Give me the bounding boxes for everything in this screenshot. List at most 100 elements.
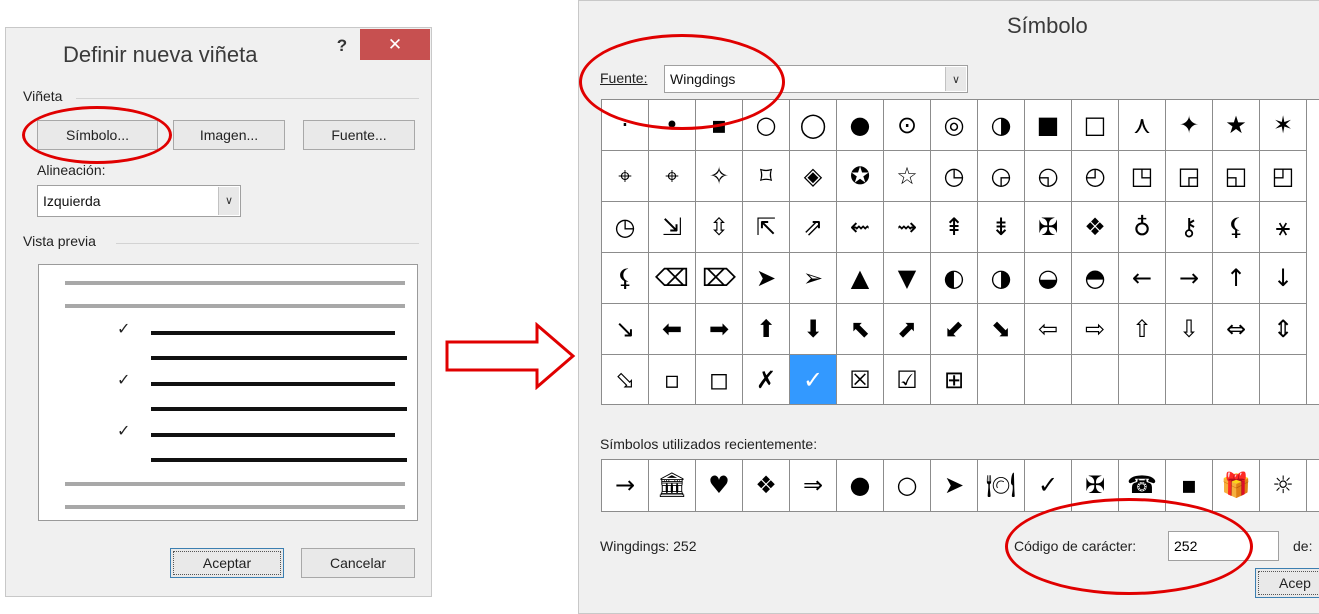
recent-symbol-cell[interactable]: ➤	[931, 460, 978, 511]
symbol-cell[interactable]: ➤	[743, 253, 790, 304]
symbol-cell[interactable]: ☆	[884, 151, 931, 202]
symbol-cell[interactable]: ◵	[1025, 151, 1072, 202]
symbol-cell[interactable]: ☑	[884, 355, 931, 404]
recent-symbol-cell[interactable]: ○	[884, 460, 931, 511]
symbol-cell[interactable]: ⇲	[649, 202, 696, 253]
symbol-cell[interactable]: ◐	[931, 253, 978, 304]
symbol-cell[interactable]: ⌖	[649, 151, 696, 202]
symbol-cell[interactable]: ■	[1025, 100, 1072, 151]
symbol-cell[interactable]: ⇦	[1025, 304, 1072, 355]
symbol-cell[interactable]: ⇩	[1166, 304, 1213, 355]
symbol-cell[interactable]: ◳	[1119, 151, 1166, 202]
symbol-cell[interactable]: ✓	[790, 355, 837, 404]
symbol-cell[interactable]	[1025, 355, 1072, 404]
symbol-cell[interactable]: ✶	[1260, 100, 1307, 151]
symbol-cell[interactable]	[1166, 355, 1213, 404]
symbol-cell[interactable]: ⇗	[790, 202, 837, 253]
symbol-cell[interactable]: ⚸	[1213, 202, 1260, 253]
symbol-cell[interactable]: ◒	[1025, 253, 1072, 304]
symbol-cell[interactable]: ⇔	[1213, 304, 1260, 355]
symbol-cell[interactable]: ◷	[931, 151, 978, 202]
symbol-cell[interactable]: ◷	[602, 202, 649, 253]
image-button[interactable]: Imagen...	[173, 120, 285, 150]
symbol-cell[interactable]: ●	[837, 100, 884, 151]
symbol-cell[interactable]: ⇱	[743, 202, 790, 253]
symbol-cell[interactable]: ◎	[931, 100, 978, 151]
ok-button[interactable]: Acep	[1255, 568, 1319, 598]
alignment-select[interactable]: Izquierda ∨	[37, 185, 241, 217]
recent-symbol-cell[interactable]: 🏛	[649, 460, 696, 511]
symbol-cell[interactable]	[1119, 355, 1166, 404]
symbol-cell[interactable]: ★	[1213, 100, 1260, 151]
symbol-cell[interactable]: ⬊	[978, 304, 1025, 355]
symbol-cell[interactable]: ◴	[1072, 151, 1119, 202]
recent-symbol-cell[interactable]: 🍽	[978, 460, 1025, 511]
symbol-cell[interactable]: ⬈	[884, 304, 931, 355]
symbol-cell[interactable]: ⇳	[696, 202, 743, 253]
symbol-cell[interactable]: ⌦	[696, 253, 743, 304]
symbol-cell[interactable]: ↘	[602, 304, 649, 355]
symbol-cell[interactable]: ◻	[696, 355, 743, 404]
symbol-cell[interactable]: ⌫	[649, 253, 696, 304]
symbol-cell[interactable]: ✠	[1025, 202, 1072, 253]
symbol-cell[interactable]: ◰	[1260, 151, 1307, 202]
symbol-cell[interactable]	[1260, 355, 1307, 404]
symbol-cell[interactable]: ▼	[884, 253, 931, 304]
symbol-cell[interactable]	[1072, 355, 1119, 404]
symbol-cell[interactable]: ⇟	[978, 202, 1025, 253]
symbol-cell[interactable]: ⌖	[602, 151, 649, 202]
symbol-cell[interactable]: ⬇	[790, 304, 837, 355]
symbol-cell[interactable]: ⇕	[1260, 304, 1307, 355]
chevron-down-icon[interactable]: ∨	[218, 187, 239, 215]
symbol-cell[interactable]: ⋏	[1119, 100, 1166, 151]
recent-symbol-cell[interactable]: ❖	[743, 460, 790, 511]
symbol-cell[interactable]: ⚸	[602, 253, 649, 304]
recent-symbol-cell[interactable]: ☼	[1260, 460, 1307, 511]
recent-symbol-cell[interactable]: ●	[837, 460, 884, 511]
symbol-cell[interactable]: ✧	[696, 151, 743, 202]
close-button[interactable]: ✕	[360, 29, 430, 60]
symbol-cell[interactable]: ▲	[837, 253, 884, 304]
recent-symbol-cell[interactable]: ♥	[696, 460, 743, 511]
symbol-cell[interactable]	[1213, 355, 1260, 404]
symbol-cell[interactable]: ▫	[649, 355, 696, 404]
symbol-cell[interactable]: ⇨	[1072, 304, 1119, 355]
symbol-cell[interactable]: ✦	[1166, 100, 1213, 151]
symbol-cell[interactable]: ♁	[1119, 202, 1166, 253]
symbol-cell[interactable]: ◑	[978, 253, 1025, 304]
symbol-cell[interactable]: ⇜	[837, 202, 884, 253]
symbol-cell[interactable]: ⚷	[1166, 202, 1213, 253]
symbol-cell[interactable]: ◶	[978, 151, 1025, 202]
symbol-cell[interactable]: ◑	[978, 100, 1025, 151]
symbol-cell[interactable]: ⚹	[1260, 202, 1307, 253]
recent-symbols-strip[interactable]: → 🏛 ♥ ❖ ⇒ ● ○ ➤ 🍽 ✓ ✠ ☎ ▪ 🎁 ☼	[601, 459, 1319, 512]
symbol-cell[interactable]: ❖	[1072, 202, 1119, 253]
chevron-down-icon[interactable]: ∨	[945, 67, 966, 91]
symbol-cell[interactable]: ◲	[1166, 151, 1213, 202]
ok-button[interactable]: Aceptar	[170, 548, 284, 578]
symbol-grid[interactable]: · • ▪ ○ ◯ ● ⊙ ◎ ◑ ■ □ ⋏ ✦ ★ ✶ ⌖ ⌖ ✧ ⌑ ◈ ✪ ☆ ◷ ◶ ◵ ◴ ◳ ◲ ◱ ◰ ◷ ⇲ ⇳ ⇱ ⇗ ⇜ ⇝ ⇞ ⇟ ✠…	[601, 99, 1319, 405]
symbol-cell[interactable]: ◱	[1213, 151, 1260, 202]
symbol-cell[interactable]: ↓	[1260, 253, 1307, 304]
symbol-cell[interactable]: ⊞	[931, 355, 978, 404]
help-button[interactable]: ?	[331, 36, 353, 58]
symbol-cell[interactable]: ◯	[790, 100, 837, 151]
symbol-cell[interactable]	[978, 355, 1025, 404]
symbol-cell[interactable]: ✗	[743, 355, 790, 404]
font-button[interactable]: Fuente...	[303, 120, 415, 150]
symbol-cell[interactable]: ⬉	[837, 304, 884, 355]
cancel-button[interactable]: Cancelar	[301, 548, 415, 578]
symbol-cell[interactable]: ↑	[1213, 253, 1260, 304]
recent-symbol-cell[interactable]: ✓	[1025, 460, 1072, 511]
symbol-cell[interactable]: ⇝	[884, 202, 931, 253]
symbol-cell[interactable]: ➢	[790, 253, 837, 304]
symbol-cell[interactable]: ⬋	[931, 304, 978, 355]
recent-symbol-cell[interactable]: ⇒	[790, 460, 837, 511]
symbol-cell[interactable]: □	[1072, 100, 1119, 151]
recent-symbol-cell[interactable]: 🎁	[1213, 460, 1260, 511]
symbol-cell[interactable]: ✪	[837, 151, 884, 202]
symbol-cell[interactable]: ◓	[1072, 253, 1119, 304]
symbol-cell[interactable]: ⬅	[649, 304, 696, 355]
symbol-cell[interactable]: ☒	[837, 355, 884, 404]
symbol-cell[interactable]: ←	[1119, 253, 1166, 304]
